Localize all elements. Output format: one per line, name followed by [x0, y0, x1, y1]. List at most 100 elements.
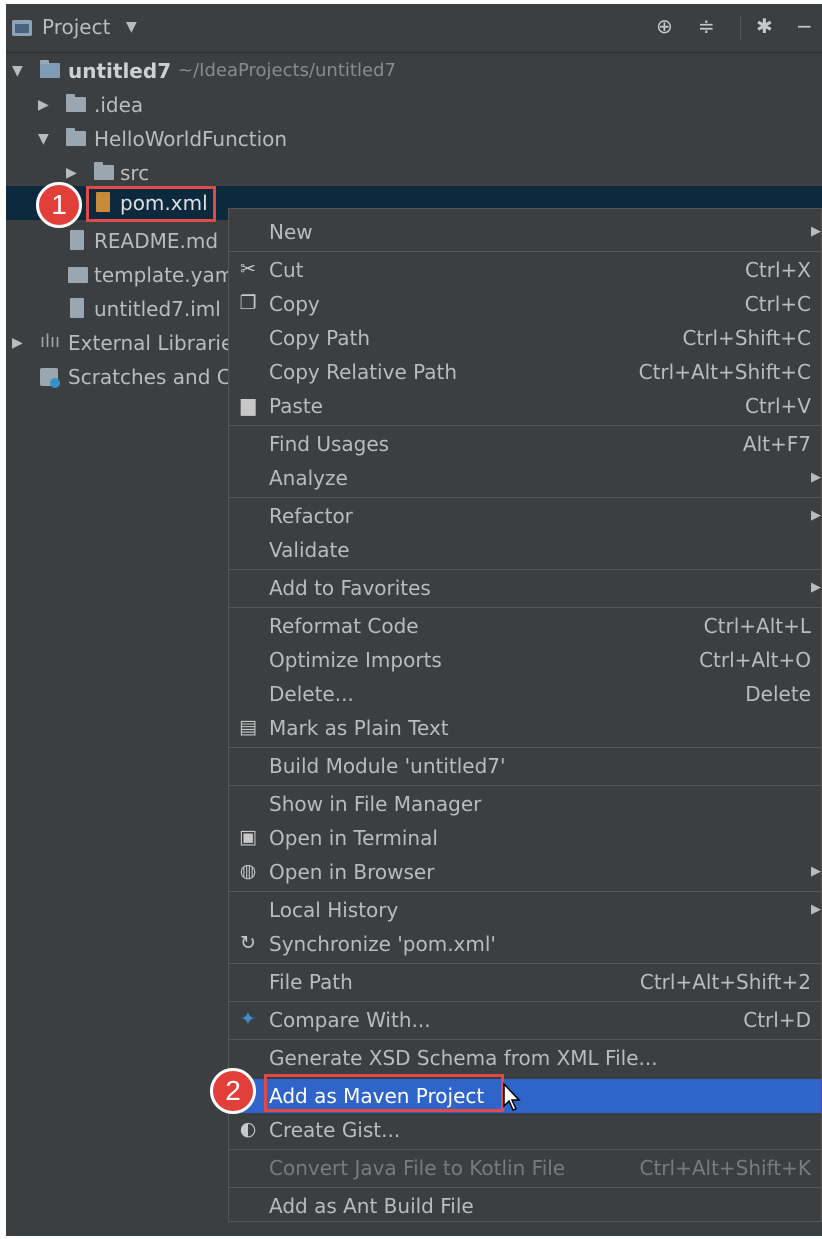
github-icon: ◐ — [239, 1118, 257, 1140]
submenu-arrow-icon: ▶ — [811, 470, 821, 485]
compare-icon: ✦ — [240, 1008, 256, 1030]
collapsed-arrow-icon[interactable]: ▶ — [12, 335, 23, 351]
menu-item-synchronize[interactable]: ↻ Synchronize 'pom.xml' — [229, 927, 821, 961]
callout-highlight-box — [86, 186, 216, 222]
menu-item-label: Find Usages — [269, 432, 390, 456]
collapsed-arrow-icon[interactable]: ▶ — [38, 97, 49, 113]
menu-item-label: Copy Path — [269, 326, 371, 350]
menu-item-label: Local History — [269, 898, 399, 922]
menu-item-label: Generate XSD Schema from XML File... — [269, 1046, 658, 1070]
menu-item-reformat-code[interactable]: Reformat Code Ctrl+Alt+L — [229, 609, 821, 643]
menu-item-open-in-browser[interactable]: ◍ Open in Browser ▶ — [229, 855, 821, 889]
menu-item-convert-to-kotlin: Convert Java File to Kotlin File Ctrl+Al… — [229, 1151, 821, 1185]
menu-item-delete[interactable]: Delete... Delete — [229, 677, 821, 711]
menu-item-optimize-imports[interactable]: Optimize Imports Ctrl+Alt+O — [229, 643, 821, 677]
menu-item-label: Copy Relative Path — [269, 360, 458, 384]
tree-item-helloworldfunction[interactable]: ▼ HelloWorldFunction — [6, 122, 822, 156]
menu-item-open-in-terminal[interactable]: ▣ Open in Terminal — [229, 821, 821, 855]
menu-item-refactor[interactable]: Refactor ▶ — [229, 499, 821, 533]
tree-item-label: External Librarie — [68, 331, 234, 355]
menu-item-label: Reformat Code — [269, 614, 419, 638]
menu-separator — [229, 569, 821, 570]
globe-icon: ◍ — [239, 860, 257, 882]
tree-item-label: README.md — [94, 229, 219, 253]
submenu-arrow-icon: ▶ — [811, 864, 821, 879]
menu-separator — [229, 425, 821, 426]
expanded-arrow-icon[interactable]: ▼ — [38, 131, 49, 147]
submenu-arrow-icon: ▶ — [811, 902, 821, 917]
menu-item-label: Convert Java File to Kotlin File — [269, 1156, 566, 1180]
menu-separator — [229, 747, 821, 748]
iml-file-icon — [70, 298, 84, 318]
tree-item-src[interactable]: ▶ src — [6, 156, 822, 190]
submenu-arrow-icon: ▶ — [811, 508, 821, 523]
chevron-down-icon[interactable]: ▼ — [126, 19, 137, 35]
paste-icon: ▆ — [240, 394, 256, 416]
menu-item-shortcut: Ctrl+Shift+C — [682, 326, 811, 350]
menu-item-shortcut: Ctrl+Alt+Shift+K — [639, 1156, 811, 1180]
menu-item-validate[interactable]: Validate — [229, 533, 821, 567]
submenu-arrow-icon: ▶ — [811, 580, 821, 595]
tree-item-label: untitled7 — [68, 59, 172, 83]
menu-separator — [229, 891, 821, 892]
menu-item-shortcut: Ctrl+D — [743, 1008, 811, 1032]
collapse-icon[interactable]: ≑ — [698, 14, 715, 38]
callout-badge: 2 — [210, 1068, 256, 1114]
menu-item-copy[interactable]: ❐ Copy Ctrl+C — [229, 287, 821, 321]
tool-window-header: Project ▼ ⊕ ≑ ✱ − — [6, 4, 822, 53]
folder-icon — [66, 94, 86, 112]
gear-icon[interactable]: ✱ — [756, 14, 773, 38]
collapsed-arrow-icon[interactable]: ▶ — [66, 165, 77, 181]
menu-item-add-as-ant-build-file[interactable]: Add as Ant Build File — [229, 1189, 821, 1223]
menu-item-paste[interactable]: ▆ Paste Ctrl+V — [229, 389, 821, 423]
menu-item-label: Open in Browser — [269, 860, 435, 884]
menu-item-label: Add as Ant Build File — [269, 1194, 474, 1218]
menu-item-local-history[interactable]: Local History ▶ — [229, 893, 821, 927]
menu-item-cut[interactable]: ✂ Cut Ctrl+X — [229, 253, 821, 287]
menu-item-label: Cut — [269, 258, 304, 282]
tree-item-label: template.yam — [94, 263, 235, 287]
menu-item-shortcut: Ctrl+V — [744, 394, 811, 418]
menu-item-add-to-favorites[interactable]: Add to Favorites ▶ — [229, 571, 821, 605]
scissors-icon: ✂ — [240, 258, 256, 280]
menu-item-create-gist[interactable]: ◐ Create Gist... — [229, 1113, 821, 1147]
terminal-icon: ▣ — [239, 826, 257, 848]
menu-item-label: Delete... — [269, 682, 354, 706]
menu-separator — [229, 1187, 821, 1188]
menu-item-label: Paste — [269, 394, 323, 418]
menu-item-label: Mark as Plain Text — [269, 716, 449, 740]
menu-separator — [229, 1149, 821, 1150]
menu-separator — [229, 497, 821, 498]
menu-item-shortcut: Ctrl+Alt+L — [703, 614, 811, 638]
menu-item-new[interactable]: New ▶ — [229, 215, 821, 249]
menu-item-file-path[interactable]: File Path Ctrl+Alt+Shift+2 — [229, 965, 821, 999]
tree-item-idea[interactable]: ▶ .idea — [6, 88, 822, 122]
menu-item-shortcut: Ctrl+Alt+Shift+2 — [639, 970, 811, 994]
project-tool-window: Project ▼ ⊕ ≑ ✱ − ▼ untitled7 ~/IdeaProj… — [6, 4, 822, 1236]
menu-item-label: Add to Favorites — [269, 576, 431, 600]
minimize-icon[interactable]: − — [796, 14, 813, 38]
menu-item-copy-relative-path[interactable]: Copy Relative Path Ctrl+Alt+Shift+C — [229, 355, 821, 389]
menu-item-show-in-file-manager[interactable]: Show in File Manager — [229, 787, 821, 821]
menu-item-find-usages[interactable]: Find Usages Alt+F7 — [229, 427, 821, 461]
expanded-arrow-icon[interactable]: ▼ — [12, 63, 23, 79]
menu-item-compare-with[interactable]: ✦ Compare With... Ctrl+D — [229, 1003, 821, 1037]
tree-item-label: .idea — [94, 93, 144, 117]
tree-item-label: untitled7.iml — [94, 297, 221, 321]
menu-item-shortcut: Ctrl+Alt+O — [699, 648, 811, 672]
callout-badge: 1 — [36, 182, 82, 228]
tree-item-untitled7[interactable]: ▼ untitled7 ~/IdeaProjects/untitled7 — [6, 54, 822, 88]
menu-item-label: Build Module 'untitled7' — [269, 754, 506, 778]
target-icon[interactable]: ⊕ — [656, 14, 673, 38]
menu-item-shortcut: Alt+F7 — [742, 432, 811, 456]
menu-item-shortcut: Ctrl+Alt+Shift+C — [638, 360, 811, 384]
menu-separator — [229, 963, 821, 964]
menu-item-copy-path[interactable]: Copy Path Ctrl+Shift+C — [229, 321, 821, 355]
project-view-selector[interactable]: Project — [42, 15, 110, 39]
menu-separator — [229, 251, 821, 252]
menu-item-analyze[interactable]: Analyze ▶ — [229, 461, 821, 495]
menu-item-mark-as-plain-text[interactable]: ▤ Mark as Plain Text — [229, 711, 821, 745]
menu-item-label: Synchronize 'pom.xml' — [269, 932, 496, 956]
menu-item-build-module[interactable]: Build Module 'untitled7' — [229, 749, 821, 783]
menu-item-generate-xsd[interactable]: Generate XSD Schema from XML File... — [229, 1041, 821, 1075]
